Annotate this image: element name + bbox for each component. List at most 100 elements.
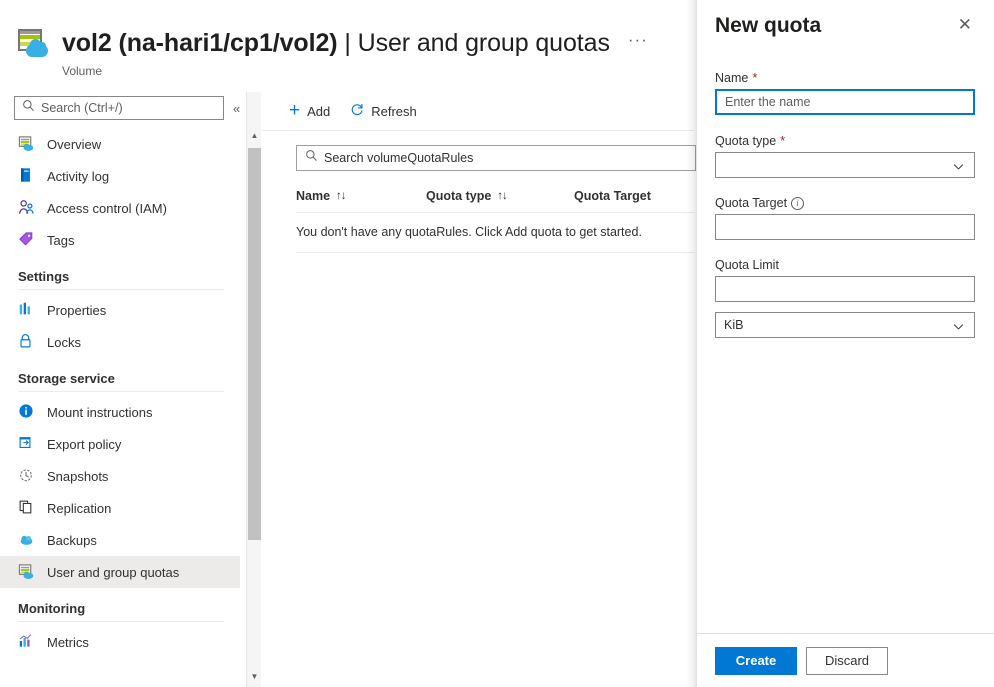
export-policy-icon: [18, 435, 36, 453]
column-header-quota-target[interactable]: Quota Target: [574, 189, 684, 203]
info-icon: [18, 403, 36, 421]
panel-form: Name * Quota type * Q: [697, 38, 994, 338]
sidebar-nav-list: Overview Activity log Access control (IAM)…: [0, 128, 240, 687]
required-asterisk: *: [780, 133, 785, 148]
sidebar-group-divider: [18, 289, 224, 290]
scrollbar-thumb[interactable]: [248, 148, 261, 540]
refresh-icon: [350, 103, 364, 120]
sidebar-item-replication[interactable]: Replication: [0, 492, 240, 524]
refresh-button-label: Refresh: [371, 104, 417, 119]
grid-search-input[interactable]: [324, 151, 654, 165]
grid-bottom-divider: [296, 252, 694, 253]
access-control-icon: [18, 199, 36, 217]
quota-grid: Name ↑↓ Quota type ↑↓ Quota Target You d…: [262, 131, 694, 253]
sidebar-item-label: Tags: [47, 233, 74, 248]
resource-name: vol2 (na-hari1/cp1/vol2): [62, 29, 337, 57]
create-button[interactable]: Create: [715, 647, 797, 675]
discard-button[interactable]: Discard: [806, 647, 888, 675]
sidebar-item-tags[interactable]: Tags: [0, 224, 240, 256]
quota-unit-select[interactable]: KiB: [715, 312, 975, 338]
column-label: Name: [296, 189, 330, 203]
quota-unit-value: KiB: [724, 318, 743, 332]
label-text: Quota Limit: [715, 258, 779, 272]
tag-icon: [18, 231, 36, 249]
column-label: Quota type: [426, 189, 491, 203]
blade-main-content: + Add Refresh Name ↑↓: [262, 92, 694, 687]
sidebar-search-box[interactable]: [14, 96, 224, 120]
more-options-icon[interactable]: ···: [624, 31, 652, 55]
volume-icon: [16, 26, 50, 60]
close-icon[interactable]: ✕: [954, 14, 976, 36]
sidebar-item-label: Access control (IAM): [47, 201, 167, 216]
sidebar-group-divider: [18, 621, 224, 622]
sidebar-search-input[interactable]: [41, 101, 201, 115]
sidebar-item-access-control-iam[interactable]: Access control (IAM): [0, 192, 240, 224]
chevron-down-icon: [952, 160, 965, 176]
new-quota-panel: New quota ✕ Name * Quota type *: [696, 0, 994, 687]
sidebar-item-label: Snapshots: [47, 469, 108, 484]
sidebar-item-locks[interactable]: Locks: [0, 326, 240, 358]
page-title: vol2 (na-hari1/cp1/vol2) | User and grou…: [62, 29, 610, 58]
sidebar-item-label: User and group quotas: [47, 565, 179, 580]
add-button-label: Add: [307, 104, 330, 119]
field-quota-type: Quota type *: [715, 133, 976, 178]
label-text: Quota Target: [715, 196, 787, 210]
collapse-sidebar-button[interactable]: «: [233, 101, 240, 116]
sidebar-item-label: Overview: [47, 137, 101, 152]
column-label: Quota Target: [574, 189, 651, 203]
field-label-quota-limit: Quota Limit: [715, 258, 976, 272]
title-separator: |: [344, 29, 350, 57]
sidebar-item-export-policy[interactable]: Export policy: [0, 428, 240, 460]
properties-icon: [18, 301, 36, 319]
sidebar-item-label: Export policy: [47, 437, 121, 452]
chevron-down-icon: [952, 320, 965, 336]
title-row: vol2 (na-hari1/cp1/vol2) | User and grou…: [0, 0, 694, 60]
sidebar-item-snapshots[interactable]: Snapshots: [0, 460, 240, 492]
sidebar-scrollbar[interactable]: ▲ ▼: [246, 92, 261, 687]
sidebar-item-overview[interactable]: Overview: [0, 128, 240, 160]
field-label-name: Name *: [715, 70, 976, 85]
sidebar-item-label: Metrics: [47, 635, 89, 650]
command-toolbar: + Add Refresh: [262, 92, 694, 130]
info-icon[interactable]: i: [791, 197, 804, 210]
add-quota-button[interactable]: + Add: [289, 104, 330, 119]
sidebar-item-activity-log[interactable]: Activity log: [0, 160, 240, 192]
quota-limit-input[interactable]: [715, 276, 975, 302]
sidebar-item-backups[interactable]: Backups: [0, 524, 240, 556]
sidebar-item-user-and-group-quotas[interactable]: User and group quotas: [0, 556, 240, 588]
lock-icon: [18, 333, 36, 351]
sidebar-item-properties[interactable]: Properties: [0, 294, 240, 326]
sidebar-search-row: «: [0, 92, 246, 120]
label-text: Name: [715, 71, 748, 85]
search-icon: [305, 149, 318, 167]
sidebar-item-mount-instructions[interactable]: Mount instructions: [0, 396, 240, 428]
field-label-quota-type: Quota type *: [715, 133, 976, 148]
panel-header: New quota ✕: [697, 0, 994, 38]
sort-icon[interactable]: ↑↓: [497, 190, 507, 202]
field-label-quota-target: Quota Target i: [715, 196, 976, 210]
column-header-name[interactable]: Name ↑↓: [296, 189, 426, 203]
field-quota-unit: KiB: [715, 312, 976, 338]
blade-name: User and group quotas: [358, 29, 610, 57]
name-input[interactable]: [715, 89, 975, 115]
sidebar-group-divider: [18, 391, 224, 392]
blade-header: vol2 (na-hari1/cp1/vol2) | User and grou…: [0, 0, 694, 92]
refresh-button[interactable]: Refresh: [350, 103, 417, 120]
quota-target-input[interactable]: [715, 214, 975, 240]
column-header-quota-type[interactable]: Quota type ↑↓: [426, 189, 574, 203]
panel-footer: Create Discard: [697, 633, 994, 687]
quota-type-select[interactable]: [715, 152, 975, 178]
grid-empty-message: You don't have any quotaRules. Click Add…: [296, 213, 694, 252]
sort-icon[interactable]: ↑↓: [336, 190, 346, 202]
scroll-down-icon[interactable]: ▼: [247, 668, 262, 685]
plus-icon: +: [289, 104, 300, 118]
field-quota-target: Quota Target i: [715, 196, 976, 240]
panel-title: New quota: [715, 14, 821, 38]
grid-search-box[interactable]: [296, 145, 696, 171]
field-name: Name *: [715, 70, 976, 115]
activity-log-icon: [18, 167, 36, 185]
scroll-up-icon[interactable]: ▲: [247, 127, 262, 144]
grid-header-row: Name ↑↓ Quota type ↑↓ Quota Target: [296, 179, 694, 212]
sidebar-item-metrics[interactable]: Metrics: [0, 626, 240, 658]
snapshot-icon: [18, 467, 36, 485]
